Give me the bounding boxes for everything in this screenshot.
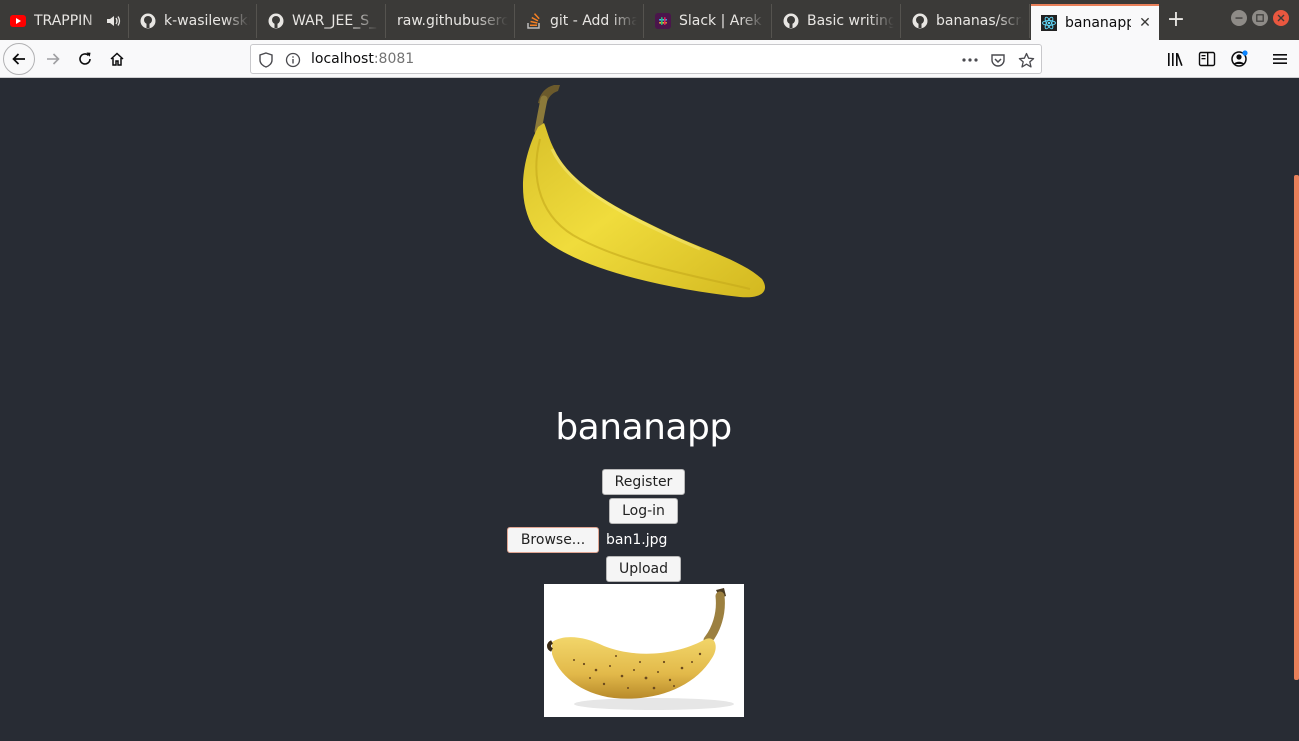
info-icon[interactable]	[284, 51, 302, 69]
tab-slack[interactable]: Slack | Arek J	[645, 4, 772, 38]
page-content: bananapp Register Log-in Browse... ban1.…	[0, 79, 1287, 741]
tab-github-basic-writing[interactable]: Basic writing	[773, 4, 901, 38]
close-window-button[interactable]	[1273, 10, 1289, 26]
github-icon	[140, 13, 156, 29]
banana-photo	[547, 588, 734, 710]
tab-github-k-wasilewski[interactable]: k-wasilewski/	[130, 4, 257, 38]
tab-bananapp[interactable]: bananapp ✕	[1031, 4, 1159, 40]
scrollbar-thumb[interactable]	[1294, 175, 1299, 680]
github-icon	[783, 13, 799, 29]
reload-icon	[79, 52, 91, 65]
tab-title: TRAPPIN	[34, 13, 93, 29]
url-text: localhost:8081	[311, 51, 414, 67]
home-icon	[110, 52, 124, 66]
tab-title: git - Add ima	[550, 13, 637, 29]
tab-raw-githubusercontent[interactable]: raw.githubuserco	[387, 4, 515, 38]
login-button[interactable]: Log-in	[609, 498, 678, 524]
tab-title: Slack | Arek J	[679, 13, 765, 29]
url-bar[interactable]: localhost:8081	[250, 44, 1042, 74]
tab-youtube[interactable]: TRAPPIN	[0, 4, 129, 38]
tab-strip: TRAPPIN k-wasilewski/ WAR_JEE_S_ raw.git…	[0, 0, 1299, 40]
react-icon	[1041, 15, 1057, 31]
minimize-button[interactable]	[1231, 10, 1247, 26]
close-tab-icon[interactable]: ✕	[1137, 15, 1153, 31]
speaker-icon[interactable]	[106, 13, 122, 29]
account-icon[interactable]	[1229, 49, 1249, 69]
hamburger-menu-icon[interactable]	[1270, 49, 1290, 69]
url-host: localhost	[311, 51, 374, 67]
register-button[interactable]: Register	[602, 469, 685, 495]
tab-stackoverflow[interactable]: git - Add ima	[516, 4, 644, 38]
bookmark-star-icon[interactable]	[1017, 51, 1035, 69]
forward-button[interactable]	[37, 43, 69, 75]
tab-title: Basic writing	[807, 13, 894, 29]
sidebar-icon[interactable]	[1197, 49, 1217, 69]
arrow-right-icon	[47, 53, 60, 65]
github-icon	[912, 13, 928, 29]
github-icon	[268, 13, 284, 29]
new-tab-button[interactable]: +	[1163, 8, 1189, 34]
app-title: bananapp	[555, 407, 732, 448]
uploaded-image-preview	[544, 584, 744, 717]
arrow-left-icon	[12, 53, 25, 65]
back-button[interactable]	[3, 43, 35, 75]
tab-title: raw.githubuserco	[397, 13, 508, 29]
slack-icon	[655, 13, 671, 29]
pocket-icon[interactable]	[989, 51, 1007, 69]
selected-file-name: ban1.jpg	[606, 532, 668, 548]
upload-button[interactable]: Upload	[606, 556, 681, 582]
tab-title: bananapp	[1065, 15, 1131, 31]
library-icon[interactable]	[1166, 49, 1186, 69]
url-port: :8081	[373, 51, 415, 67]
window-controls	[1231, 10, 1289, 26]
shield-icon[interactable]	[257, 51, 275, 69]
tab-github-war-jee[interactable]: WAR_JEE_S_	[258, 4, 386, 38]
reload-button[interactable]	[69, 43, 101, 75]
navigation-toolbar: localhost:8081	[0, 40, 1299, 78]
banana-logo-image	[522, 85, 766, 298]
home-button[interactable]	[101, 43, 133, 75]
tab-title: k-wasilewski/	[164, 13, 250, 29]
browse-file-button[interactable]: Browse...	[507, 527, 599, 553]
tab-title: WAR_JEE_S_	[292, 13, 377, 29]
page-actions-icon[interactable]	[961, 51, 979, 69]
tab-title: bananas/scre	[936, 13, 1023, 29]
tab-github-bananas[interactable]: bananas/scre	[902, 4, 1030, 38]
maximize-button[interactable]	[1252, 10, 1268, 26]
stackoverflow-icon	[526, 13, 542, 29]
youtube-icon	[10, 13, 26, 29]
